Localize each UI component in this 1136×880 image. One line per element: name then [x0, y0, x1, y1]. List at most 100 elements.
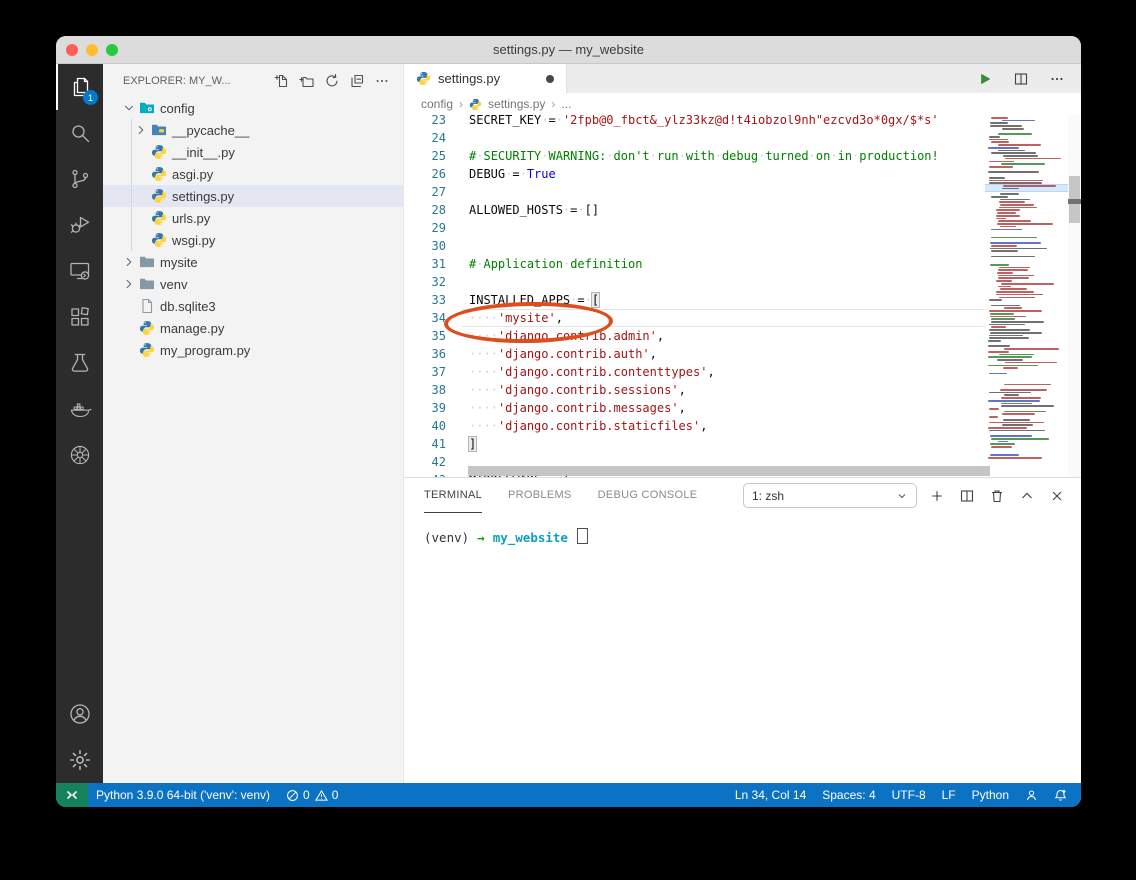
close-panel-icon[interactable]: [1046, 485, 1067, 506]
code-line-24[interactable]: 24: [404, 129, 986, 147]
line-number[interactable]: 36: [404, 345, 462, 363]
code-line-28[interactable]: 28ALLOWED_HOSTS·=·[]: [404, 201, 986, 219]
feedback-icon[interactable]: [1017, 783, 1046, 807]
line-number[interactable]: 30: [404, 237, 462, 255]
tree-item--pycache-[interactable]: __pycache__: [103, 119, 403, 141]
line-number[interactable]: 26: [404, 165, 462, 183]
line-number[interactable]: 27: [404, 183, 462, 201]
python-interpreter-status[interactable]: Python 3.9.0 64-bit ('venv': venv): [88, 783, 278, 807]
code-line-39[interactable]: 39····'django.contrib.messages',: [404, 399, 986, 417]
line-number[interactable]: 37: [404, 363, 462, 381]
line-number[interactable]: 23: [404, 115, 462, 129]
code-line-40[interactable]: 40····'django.contrib.staticfiles',: [404, 417, 986, 435]
maximize-panel-icon[interactable]: [1016, 485, 1037, 506]
cursor-position-status[interactable]: Ln 34, Col 14: [727, 783, 814, 807]
line-content[interactable]: ····'django.contrib.auth',: [462, 345, 986, 363]
views-more-actions-icon[interactable]: [371, 70, 393, 92]
line-number[interactable]: 41: [404, 435, 462, 453]
tree-item-urls-py[interactable]: urls.py: [103, 207, 403, 229]
line-content[interactable]: INSTALLED_APPS·=·[: [462, 291, 986, 309]
code-line-29[interactable]: 29: [404, 219, 986, 237]
remote-indicator[interactable]: [56, 783, 88, 807]
vertical-scrollbar[interactable]: [1068, 115, 1081, 477]
code-line-35[interactable]: 35····'django.contrib.admin',: [404, 327, 986, 345]
breadcrumb-symbol[interactable]: ...: [561, 97, 571, 111]
more-actions-icon[interactable]: [1047, 69, 1067, 89]
line-content[interactable]: ····'mysite',: [462, 309, 986, 327]
tree-item--init-py[interactable]: __init__.py: [103, 141, 403, 163]
line-content[interactable]: [462, 219, 986, 237]
line-content[interactable]: SECRET_KEY·=·'2fpb@0_fbct&_ylz33kz@d!t4i…: [462, 115, 986, 129]
tree-item-db-sqlite3[interactable]: db.sqlite3: [103, 295, 403, 317]
activity-testing[interactable]: [56, 340, 103, 386]
line-content[interactable]: [462, 273, 986, 291]
code-line-25[interactable]: 25#·SECURITY·WARNING:·don't·run·with·deb…: [404, 147, 986, 165]
tree-item-venv[interactable]: venv: [103, 273, 403, 295]
code-line-31[interactable]: 31#·Application·definition: [404, 255, 986, 273]
line-number[interactable]: 24: [404, 129, 462, 147]
line-number[interactable]: 32: [404, 273, 462, 291]
split-terminal-icon[interactable]: [956, 485, 977, 506]
minimap[interactable]: [985, 115, 1068, 477]
new-file-button[interactable]: [271, 70, 293, 92]
tree-item-mysite[interactable]: mysite: [103, 251, 403, 273]
tab-debug-console[interactable]: DEBUG CONSOLE: [598, 478, 698, 513]
code-line-32[interactable]: 32: [404, 273, 986, 291]
line-content[interactable]: ····'django.contrib.staticfiles',: [462, 417, 986, 435]
code-line-37[interactable]: 37····'django.contrib.contenttypes',: [404, 363, 986, 381]
line-number[interactable]: 40: [404, 417, 462, 435]
activity-extensions[interactable]: [56, 294, 103, 340]
line-number[interactable]: 42: [404, 453, 462, 471]
tree-item-wsgi-py[interactable]: wsgi.py: [103, 229, 403, 251]
line-content[interactable]: ····'django.contrib.admin',: [462, 327, 986, 345]
line-number[interactable]: 25: [404, 147, 462, 165]
activity-kubernetes[interactable]: [56, 432, 103, 478]
line-content[interactable]: [462, 237, 986, 255]
new-folder-button[interactable]: [296, 70, 318, 92]
encoding-status[interactable]: UTF-8: [884, 783, 934, 807]
code-line-27[interactable]: 27: [404, 183, 986, 201]
activity-source-control[interactable]: [56, 156, 103, 202]
line-number[interactable]: 31: [404, 255, 462, 273]
line-content[interactable]: [462, 183, 986, 201]
terminal-output[interactable]: (venv)→my_website: [404, 513, 1081, 783]
code-editor[interactable]: 23SECRET_KEY·=·'2fpb@0_fbct&_ylz33kz@d!t…: [404, 115, 1081, 477]
language-mode-status[interactable]: Python: [964, 783, 1017, 807]
line-number[interactable]: 34: [404, 309, 462, 327]
line-content[interactable]: ····'django.contrib.contenttypes',: [462, 363, 986, 381]
tree-item-manage-py[interactable]: manage.py: [103, 317, 403, 339]
code-line-33[interactable]: 33INSTALLED_APPS·=·[: [404, 291, 986, 309]
activity-search[interactable]: [56, 110, 103, 156]
split-editor-icon[interactable]: [1011, 69, 1031, 89]
code-line-36[interactable]: 36····'django.contrib.auth',: [404, 345, 986, 363]
code-line-23[interactable]: 23SECRET_KEY·=·'2fpb@0_fbct&_ylz33kz@d!t…: [404, 115, 986, 129]
breadcrumb-config[interactable]: config: [421, 97, 453, 111]
modified-dot-icon[interactable]: [546, 75, 554, 83]
line-number[interactable]: 38: [404, 381, 462, 399]
line-number[interactable]: 28: [404, 201, 462, 219]
tree-item-config[interactable]: config: [103, 97, 403, 119]
close-window-button[interactable]: [66, 44, 78, 56]
problems-status[interactable]: 0 0: [278, 783, 346, 807]
activity-settings[interactable]: [56, 737, 103, 783]
line-number[interactable]: 35: [404, 327, 462, 345]
notifications-bell-icon[interactable]: [1046, 783, 1075, 807]
tree-item-settings-py[interactable]: settings.py: [103, 185, 403, 207]
indentation-status[interactable]: Spaces: 4: [814, 783, 883, 807]
line-number[interactable]: 29: [404, 219, 462, 237]
new-terminal-icon[interactable]: [926, 485, 947, 506]
code-line-34[interactable]: 34····'mysite',: [404, 309, 986, 327]
collapse-all-button[interactable]: [346, 70, 368, 92]
kill-terminal-icon[interactable]: [986, 485, 1007, 506]
horizontal-scrollbar-thumb[interactable]: [468, 466, 990, 476]
eol-status[interactable]: LF: [934, 783, 964, 807]
line-content[interactable]: ····'django.contrib.sessions',: [462, 381, 986, 399]
activity-remote-explorer[interactable]: [56, 248, 103, 294]
zoom-window-button[interactable]: [106, 44, 118, 56]
line-number[interactable]: 39: [404, 399, 462, 417]
line-number[interactable]: 43: [404, 471, 462, 477]
refresh-button[interactable]: [321, 70, 343, 92]
line-number[interactable]: 33: [404, 291, 462, 309]
code-line-30[interactable]: 30: [404, 237, 986, 255]
activity-explorer[interactable]: 1: [56, 64, 103, 110]
